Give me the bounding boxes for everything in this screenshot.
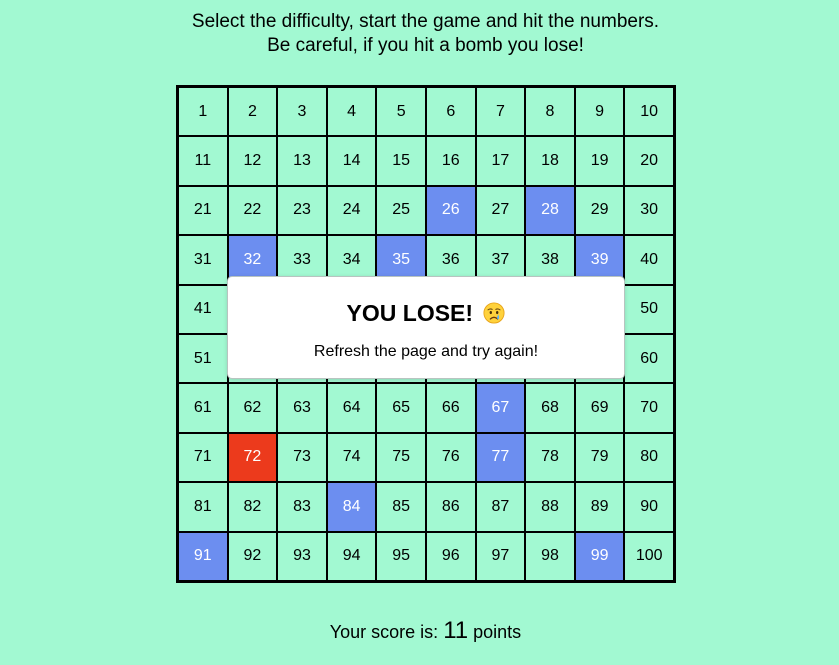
grid-cell-28[interactable]: 28 bbox=[525, 185, 575, 236]
score-prefix: Your score is: bbox=[329, 622, 439, 642]
grid-cell-5[interactable]: 5 bbox=[376, 87, 426, 137]
grid-cell-75[interactable]: 75 bbox=[376, 432, 426, 483]
grid-cell-88[interactable]: 88 bbox=[525, 482, 575, 532]
grid-cell-63[interactable]: 63 bbox=[277, 383, 327, 433]
grid-cell-72[interactable]: 72 bbox=[227, 432, 278, 483]
grid-cell-98[interactable]: 98 bbox=[525, 531, 575, 581]
grid-cell-10[interactable]: 10 bbox=[624, 87, 674, 137]
grid-cell-100[interactable]: 100 bbox=[624, 531, 674, 581]
grid-cell-14[interactable]: 14 bbox=[326, 136, 377, 186]
grid-cell-30[interactable]: 30 bbox=[624, 185, 674, 236]
score-suffix: points bbox=[473, 622, 522, 642]
grid-cell-68[interactable]: 68 bbox=[525, 383, 575, 433]
grid-cell-85[interactable]: 85 bbox=[376, 482, 426, 532]
grid-cell-86[interactable]: 86 bbox=[425, 482, 476, 532]
grid-cell-90[interactable]: 90 bbox=[624, 482, 674, 532]
grid-cell-84[interactable]: 84 bbox=[326, 482, 377, 532]
grid-cell-9[interactable]: 9 bbox=[574, 87, 625, 137]
grid-cell-71[interactable]: 71 bbox=[178, 432, 228, 483]
grid-cell-15[interactable]: 15 bbox=[376, 136, 426, 186]
grid-cell-16[interactable]: 16 bbox=[425, 136, 476, 186]
grid-cell-70[interactable]: 70 bbox=[624, 383, 674, 433]
grid-cell-24[interactable]: 24 bbox=[326, 185, 377, 236]
modal-message: Refresh the page and try again! bbox=[313, 343, 539, 360]
grid-cell-99[interactable]: 99 bbox=[574, 531, 625, 581]
crying-face-icon bbox=[483, 300, 505, 332]
modal-title-text: YOU LOSE! bbox=[346, 300, 474, 326]
grid-cell-94[interactable]: 94 bbox=[326, 531, 377, 581]
grid-cell-20[interactable]: 20 bbox=[624, 136, 674, 186]
grid-cell-79[interactable]: 79 bbox=[574, 432, 625, 483]
grid-cell-29[interactable]: 29 bbox=[574, 185, 625, 236]
grid-cell-31[interactable]: 31 bbox=[178, 235, 228, 285]
grid-cell-81[interactable]: 81 bbox=[178, 482, 228, 532]
grid-cell-3[interactable]: 3 bbox=[277, 87, 327, 137]
grid-cell-67[interactable]: 67 bbox=[475, 383, 526, 433]
instructions: Select the difficulty, start the game an… bbox=[0, 10, 839, 58]
grid-cell-51[interactable]: 51 bbox=[178, 334, 228, 384]
grid-cell-87[interactable]: 87 bbox=[475, 482, 526, 532]
grid-cell-76[interactable]: 76 bbox=[425, 432, 476, 483]
score-line: Your score is: 11 points bbox=[0, 618, 839, 645]
grid-cell-23[interactable]: 23 bbox=[277, 185, 327, 236]
grid-cell-97[interactable]: 97 bbox=[475, 531, 526, 581]
instructions-line-1: Select the difficulty, start the game an… bbox=[191, 11, 660, 32]
grid-cell-83[interactable]: 83 bbox=[277, 482, 327, 532]
grid-cell-6[interactable]: 6 bbox=[425, 87, 476, 137]
grid-cell-78[interactable]: 78 bbox=[525, 432, 575, 483]
score-value: 11 bbox=[443, 617, 469, 644]
grid-cell-41[interactable]: 41 bbox=[178, 284, 228, 334]
grid-cell-80[interactable]: 80 bbox=[624, 432, 674, 483]
grid-cell-95[interactable]: 95 bbox=[376, 531, 426, 581]
grid-cell-4[interactable]: 4 bbox=[326, 87, 377, 137]
grid-cell-93[interactable]: 93 bbox=[277, 531, 327, 581]
grid-cell-25[interactable]: 25 bbox=[376, 185, 426, 236]
modal-title: YOU LOSE! bbox=[228, 297, 624, 332]
grid-cell-82[interactable]: 82 bbox=[227, 482, 278, 532]
grid-cell-69[interactable]: 69 bbox=[574, 383, 625, 433]
grid-cell-96[interactable]: 96 bbox=[425, 531, 476, 581]
grid-cell-66[interactable]: 66 bbox=[425, 383, 476, 433]
grid-cell-13[interactable]: 13 bbox=[277, 136, 327, 186]
grid-cell-73[interactable]: 73 bbox=[277, 432, 327, 483]
grid-cell-12[interactable]: 12 bbox=[227, 136, 278, 186]
grid-cell-7[interactable]: 7 bbox=[475, 87, 526, 137]
grid-cell-18[interactable]: 18 bbox=[525, 136, 575, 186]
grid-cell-60[interactable]: 60 bbox=[624, 334, 674, 384]
grid-cell-21[interactable]: 21 bbox=[178, 185, 228, 236]
grid-cell-64[interactable]: 64 bbox=[326, 383, 377, 433]
grid-cell-22[interactable]: 22 bbox=[227, 185, 278, 236]
grid-cell-26[interactable]: 26 bbox=[425, 185, 476, 236]
instructions-line-2: Be careful, if you hit a bomb you lose! bbox=[267, 35, 584, 56]
grid-cell-61[interactable]: 61 bbox=[178, 383, 228, 433]
grid-cell-40[interactable]: 40 bbox=[624, 235, 674, 285]
grid-cell-89[interactable]: 89 bbox=[574, 482, 625, 532]
grid-cell-17[interactable]: 17 bbox=[475, 136, 526, 186]
grid-cell-77[interactable]: 77 bbox=[475, 432, 526, 483]
grid-cell-92[interactable]: 92 bbox=[227, 531, 278, 581]
grid-cell-74[interactable]: 74 bbox=[326, 432, 377, 483]
grid-cell-11[interactable]: 11 bbox=[178, 136, 228, 186]
lose-modal: YOU LOSE! Refresh the page and try again… bbox=[227, 276, 625, 379]
grid-cell-65[interactable]: 65 bbox=[376, 383, 426, 433]
grid-cell-27[interactable]: 27 bbox=[475, 185, 526, 236]
grid-cell-8[interactable]: 8 bbox=[525, 87, 575, 137]
grid-cell-1[interactable]: 1 bbox=[178, 87, 228, 137]
grid-cell-91[interactable]: 91 bbox=[178, 531, 228, 581]
grid-cell-62[interactable]: 62 bbox=[227, 383, 278, 433]
grid-cell-19[interactable]: 19 bbox=[574, 136, 625, 186]
grid-cell-2[interactable]: 2 bbox=[227, 87, 278, 137]
grid-cell-50[interactable]: 50 bbox=[624, 284, 674, 334]
